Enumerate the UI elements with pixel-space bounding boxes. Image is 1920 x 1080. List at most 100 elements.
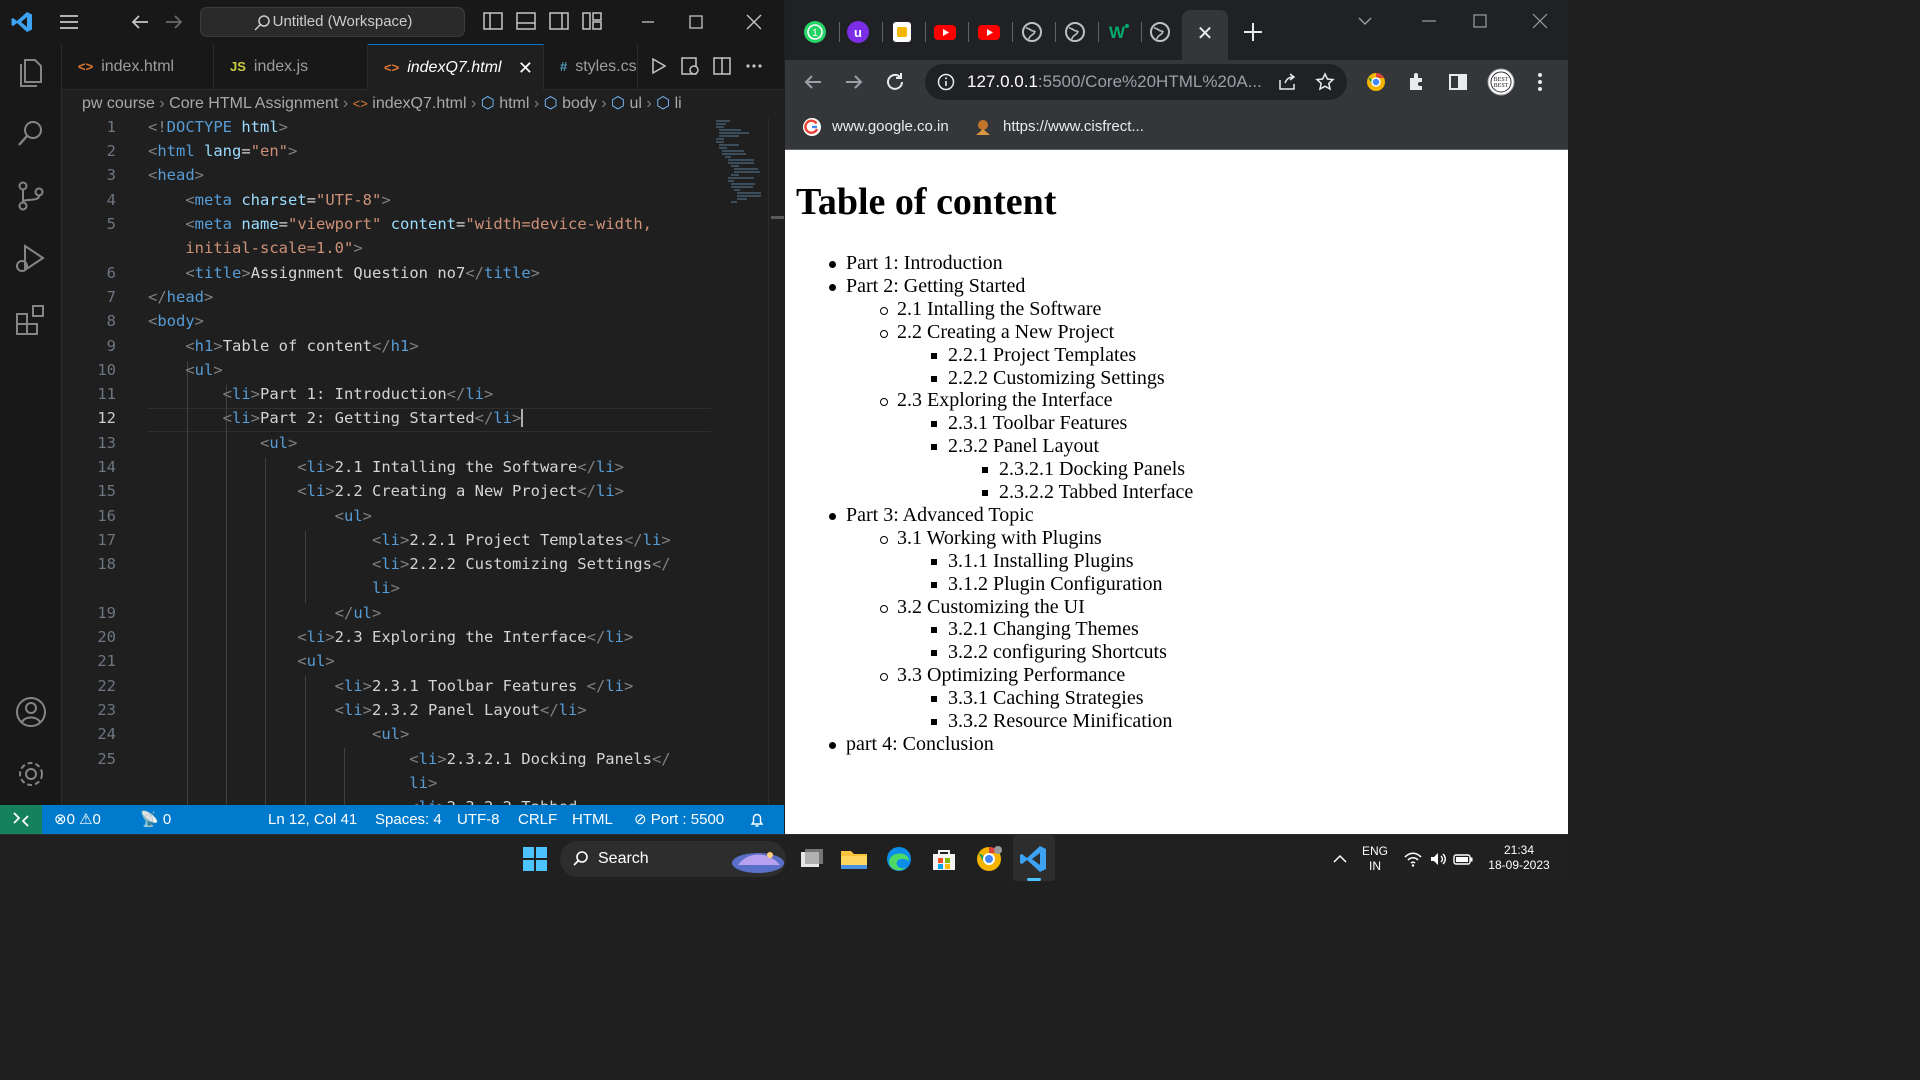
address-bar[interactable]: 127.0.0.1:5500/Core%20HTML%20A... [925,64,1347,100]
input-language[interactable]: ENG IN [1358,844,1392,874]
forward-arrow-icon[interactable] [841,69,867,95]
breadcrumb-item[interactable]: pw course [82,95,155,112]
close-icon[interactable] [742,10,766,34]
active-browser-tab[interactable]: ✕ [1182,10,1228,60]
toggle-primary-sidebar-icon[interactable] [481,10,505,34]
tab-search-chevron-down-icon[interactable] [1350,6,1380,36]
list-bullet [931,444,937,451]
forward-arrow-icon[interactable] [162,10,186,34]
breadcrumb-item[interactable]: ul [629,95,641,112]
explorer-icon[interactable] [13,54,49,90]
udemy-tab-icon[interactable]: u [843,17,873,47]
breadcrumb-item[interactable]: html [499,95,529,112]
end-of-line[interactable]: CRLF [518,805,557,834]
toggle-panel-icon[interactable] [514,10,538,34]
reload-icon[interactable] [882,69,908,95]
share-icon[interactable] [1277,72,1297,92]
list-bullet [931,375,937,382]
breadcrumb-item[interactable]: li [675,95,682,112]
w3schools-tab-icon[interactable]: W [1103,17,1133,47]
minimize-icon[interactable] [1414,6,1444,36]
breadcrumb-item[interactable]: indexQ7.html [372,95,466,112]
maximize-icon[interactable] [1465,6,1495,36]
list-bullet [829,741,836,749]
maximize-icon[interactable] [684,10,708,34]
language-mode[interactable]: HTML [572,805,613,834]
new-tab-plus-icon[interactable] [1238,17,1268,47]
edge-browser-icon[interactable] [883,843,915,875]
code-line: li> [371,579,400,597]
more-actions-icon[interactable] [742,55,766,79]
microsoft-store-icon[interactable] [928,843,960,875]
volume-icon[interactable] [1428,849,1448,869]
toggle-secondary-sidebar-icon[interactable] [547,10,571,34]
list-item: 2.3.2.1 Docking Panels [999,458,1186,481]
task-view-icon[interactable] [796,843,828,875]
code-line: <ul> [259,434,298,452]
accounts-icon[interactable] [13,694,49,730]
minimize-icon[interactable] [636,10,660,34]
line-number: 6 [106,264,116,282]
vscode-taskbar-button[interactable] [1013,835,1055,881]
side-panel-icon[interactable] [1446,70,1470,94]
extensions-icon[interactable] [13,302,49,338]
editor-scrollbar[interactable] [768,118,784,805]
breadcrumb-item[interactable]: body [562,95,597,112]
profile-avatar[interactable]: BESTBEST [1486,67,1516,97]
code-editor[interactable]: 1 2 3 4 5 6 7 8 9 10 11 12 13 14 15 16 17 18 19 20 21 22 23 24 2… [62,118,784,805]
chrome-extension-icon[interactable] [1364,70,1388,94]
live-server-port[interactable]: ⊘ Port : 5500 [634,805,724,834]
file-explorer-icon[interactable] [838,843,870,875]
windows-start-icon[interactable] [519,843,551,875]
line-number: 14 [97,458,116,476]
extensions-puzzle-icon[interactable] [1405,70,1429,94]
globe-tab-icon[interactable] [1017,17,1047,47]
globe-tab-icon[interactable] [1060,17,1090,47]
tab-index-html[interactable]: <> index.html [62,44,214,90]
hamburger-menu-icon[interactable] [57,10,81,34]
command-center-search[interactable]: Untitled (Workspace) [200,7,465,37]
open-preview-icon[interactable] [678,55,702,79]
close-tab-icon[interactable]: ✕ [518,45,533,90]
chrome-menu-icon[interactable] [1530,70,1550,94]
tab-index-js[interactable]: JS index.js [214,44,368,90]
manage-gear-icon[interactable] [13,756,49,792]
breadcrumb-item[interactable]: Core HTML Assignment [169,95,338,112]
close-tab-icon[interactable]: ✕ [1193,22,1217,46]
info-icon[interactable] [937,73,955,91]
globe-tab-icon[interactable] [1145,17,1175,47]
bookmark-star-icon[interactable] [1315,72,1335,92]
tab-indexq7-html[interactable]: <> indexQ7.html ✕ [368,44,544,90]
run-icon[interactable] [646,55,670,79]
chevron-up-icon[interactable] [1330,849,1350,869]
clock[interactable]: 21:34 18-09-2023 [1484,843,1554,873]
indentation[interactable]: Spaces: 4 [375,805,442,834]
search-icon[interactable] [13,116,49,152]
scroll-thumb[interactable] [771,216,784,219]
wifi-icon[interactable] [1403,849,1423,869]
close-icon[interactable] [1525,6,1555,36]
encoding[interactable]: UTF-8 [457,805,500,834]
youtube-tab-icon[interactable] [930,17,960,47]
keep-notes-tab-icon[interactable] [887,17,917,47]
customize-layout-icon[interactable] [580,10,604,34]
tab-styles-css[interactable]: # styles.cs [544,44,638,90]
ports-indicator[interactable]: 📡 0 [140,805,171,834]
cursor-position[interactable]: Ln 12, Col 41 [268,805,357,834]
split-editor-icon[interactable] [710,55,734,79]
remote-indicator[interactable] [0,805,42,834]
url-host: 127.0.0.1 [967,72,1038,91]
run-and-debug-icon[interactable] [13,240,49,276]
youtube-tab-icon[interactable] [974,17,1004,47]
taskbar-search[interactable]: Search [560,841,786,877]
bookmark-google[interactable]: www.google.co.in [802,116,949,138]
back-arrow-icon[interactable] [128,10,152,34]
minimap[interactable] [714,118,766,218]
problems-indicator[interactable]: ⊗0 ⚠0 [54,805,101,834]
back-arrow-icon[interactable] [800,69,826,95]
source-control-icon[interactable] [13,178,49,214]
battery-icon[interactable] [1452,849,1474,869]
chrome-taskbar-icon[interactable] [973,843,1005,875]
whatsapp-tab-icon[interactable]: 1 [800,17,830,47]
bookmark-cisf[interactable]: https://www.cisfrect... [973,116,1144,138]
